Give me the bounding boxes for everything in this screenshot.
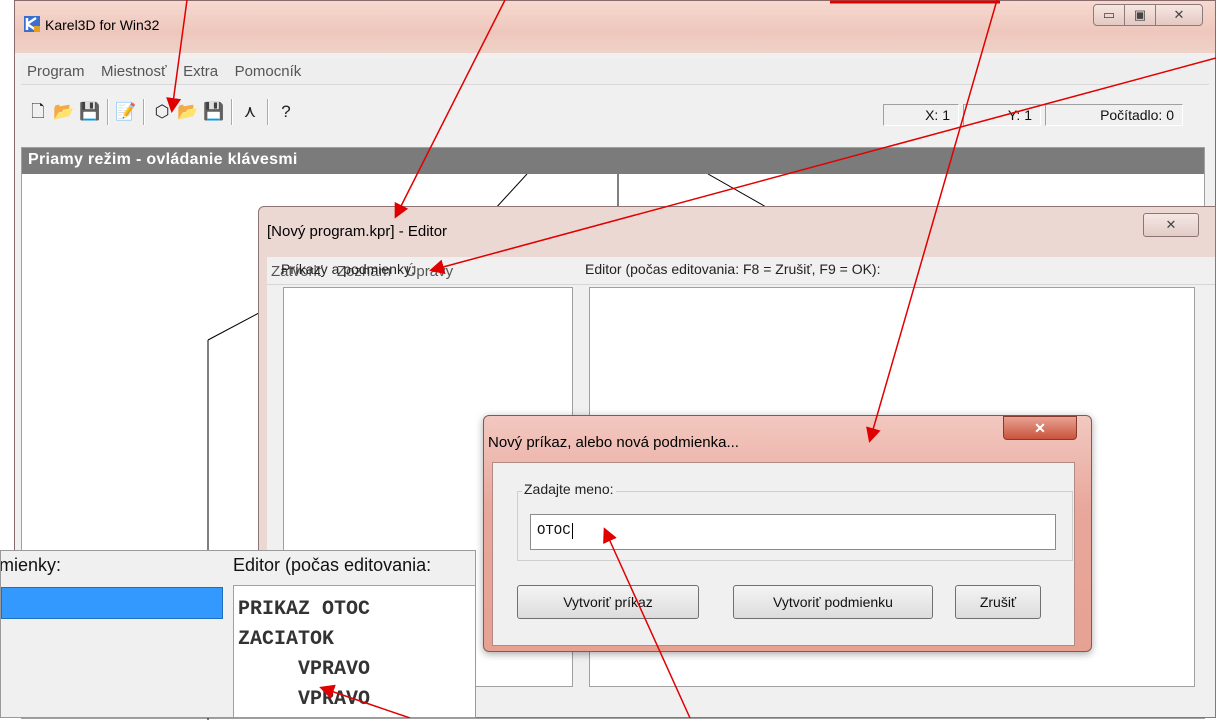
menu-pomocnik[interactable]: Pomocník: [229, 59, 308, 80]
main-menubar: Program Miestnosť Extra Pomocník: [21, 59, 1209, 85]
menu-extra[interactable]: Extra: [177, 59, 224, 80]
karel-app-icon: [24, 16, 40, 32]
status-x: X: 1: [883, 104, 959, 126]
name-input-value: OTOC: [537, 523, 571, 539]
code-line: VPRAVO: [238, 658, 371, 681]
menu-miestnost[interactable]: Miestnosť: [95, 59, 173, 80]
name-groupbox: Zadajte meno: OTOC: [517, 481, 1073, 561]
new-command-dialog: Nový príkaz, alebo nová podmienka... ✕ Z…: [483, 415, 1092, 652]
room-open-icon[interactable]: 📂: [177, 101, 199, 123]
menu-program[interactable]: Program: [21, 59, 91, 80]
code-line: PRIKAZ OTOC: [238, 598, 371, 621]
inset-editor-label: Editor (počas editovania:: [233, 555, 432, 575]
main-toolbar: 🗋 📂 💾 📝 ⬡ 📂 💾 ⋏ ? X: 1 Y: 1 Počítadlo: 0: [21, 89, 1209, 137]
main-window-title: Karel3D for Win32: [45, 17, 160, 33]
code-line: ZACIATOK: [238, 628, 335, 651]
save-icon[interactable]: 💾: [79, 101, 101, 123]
editor-icon[interactable]: 📝: [115, 101, 137, 123]
karel-robot-icon[interactable]: ⋏: [239, 101, 261, 123]
create-command-button[interactable]: Vytvoriť príkaz: [517, 585, 699, 619]
close-icon: ✕: [1165, 217, 1177, 232]
name-group-label: Zadajte meno:: [522, 481, 616, 497]
code-line: VPRAVO: [238, 688, 371, 711]
editor-close-button[interactable]: ✕: [1143, 213, 1199, 237]
maximize-button[interactable]: ▣: [1124, 4, 1156, 26]
minimize-button[interactable]: ▭: [1093, 4, 1125, 26]
commands-label: Príkazy a podmienky:: [281, 261, 415, 277]
help-icon[interactable]: ?: [275, 101, 297, 123]
close-icon: ✕: [1173, 7, 1185, 22]
room-new-icon[interactable]: ⬡: [151, 101, 173, 123]
dialog-title: Nový príkaz, alebo nová podmienka...: [488, 434, 739, 451]
minimize-icon: ▭: [1102, 7, 1116, 22]
maximize-icon: ▣: [1133, 7, 1147, 22]
open-folder-icon[interactable]: 📂: [53, 101, 75, 123]
editor-window-title: [Nový program.kpr] - Editor: [267, 223, 448, 240]
create-condition-button[interactable]: Vytvoriť podmienku: [733, 585, 933, 619]
inset-selected-item[interactable]: [1, 587, 223, 619]
direct-mode-header: Priamy režim - ovládanie klávesmi: [22, 148, 1204, 174]
close-icon: ✕: [1034, 420, 1046, 436]
close-button[interactable]: ✕: [1155, 4, 1203, 26]
editor-label: Editor (počas editovania: F8 = Zrušiť, F…: [585, 261, 881, 277]
main-titlebar[interactable]: Karel3D for Win32 ▭ ▣ ✕: [15, 1, 1215, 53]
status-y: Y: 1: [963, 104, 1041, 126]
dialog-close-button[interactable]: ✕: [1003, 416, 1077, 440]
name-input[interactable]: OTOC: [530, 514, 1056, 550]
cancel-button[interactable]: Zrušiť: [955, 585, 1041, 619]
inset-code-editor[interactable]: PRIKAZ OTOC ZACIATOK VPRAVO VPRAVO: [233, 585, 475, 717]
new-file-icon[interactable]: 🗋: [27, 101, 49, 123]
zoomed-inset: mienky: Editor (počas editovania: PRIKAZ…: [0, 550, 476, 718]
inset-commands-label: mienky:: [0, 555, 62, 575]
room-save-icon[interactable]: 💾: [203, 101, 225, 123]
status-counter: Počítadlo: 0: [1045, 104, 1183, 126]
